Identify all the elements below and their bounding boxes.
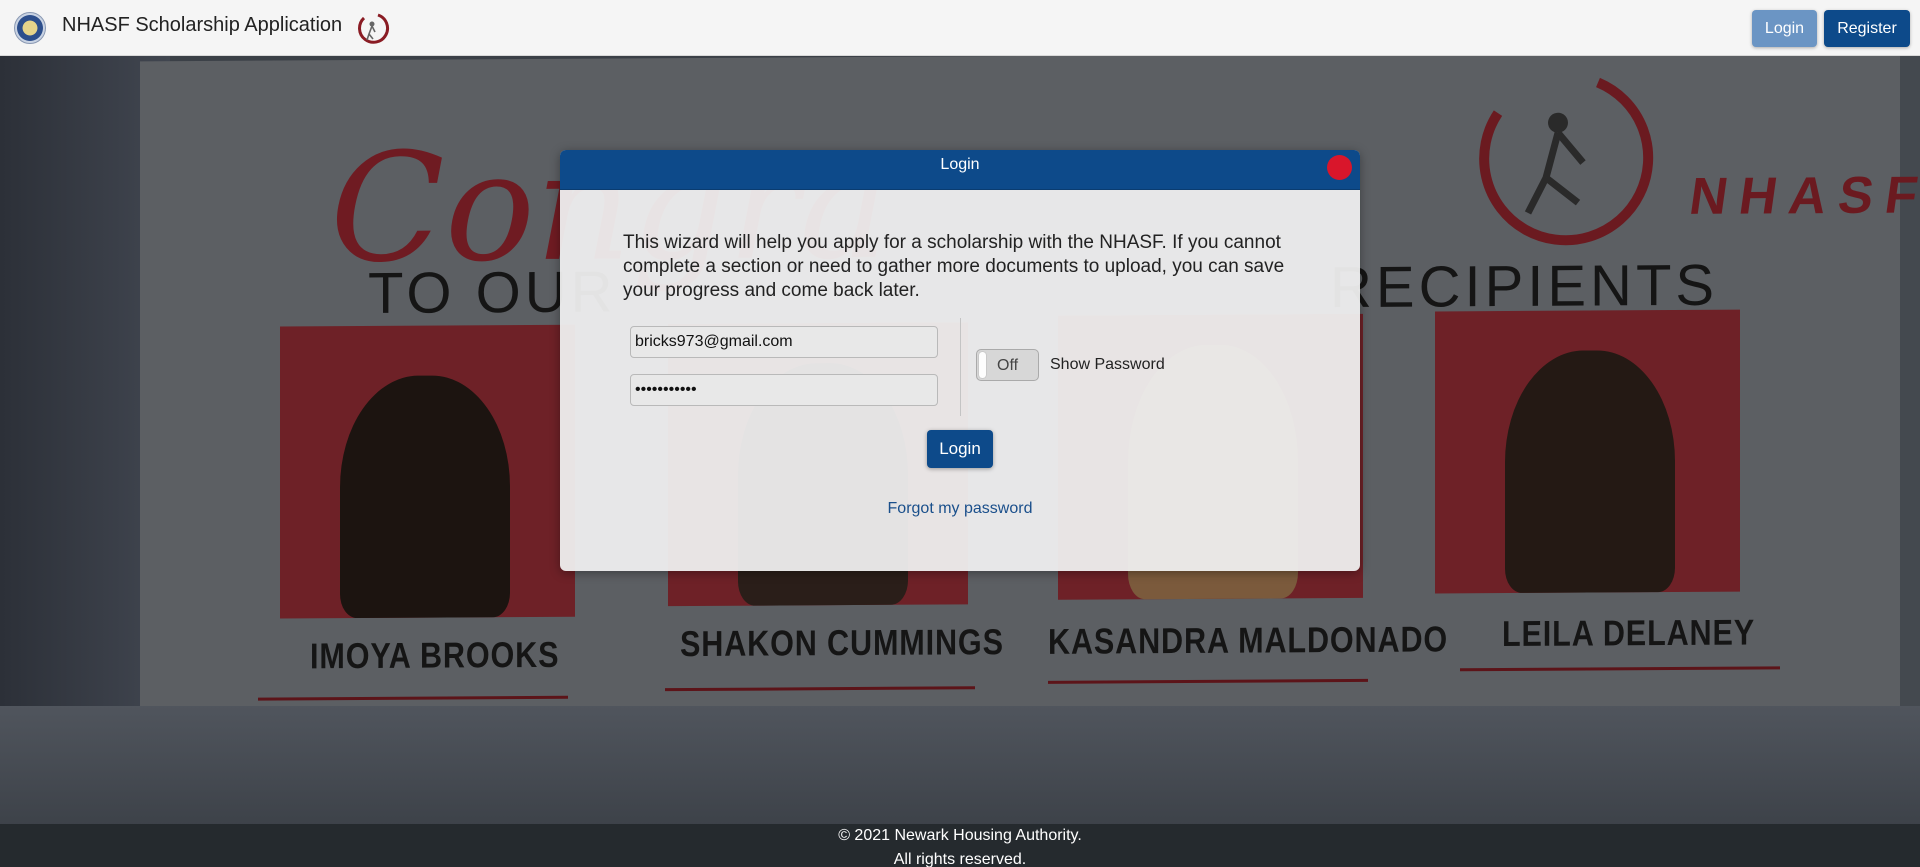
recipient-underline	[258, 695, 568, 701]
register-nav-button[interactable]: Register	[1824, 10, 1910, 47]
recipient-figure	[340, 375, 510, 619]
modal-title: Login	[560, 150, 1360, 190]
login-submit-button[interactable]: Login	[927, 430, 993, 468]
footer-rights: All rights reserved.	[893, 851, 1027, 867]
password-field[interactable]	[630, 374, 938, 406]
recipient-underline	[1048, 678, 1368, 684]
forgot-password-link[interactable]: Forgot my password	[560, 500, 1360, 518]
recipient-name: LEILA DELANEY	[1502, 611, 1756, 655]
recipient-figure	[1505, 349, 1675, 594]
nhasf-logo-icon	[358, 13, 389, 44]
recipient-name: SHAKON CUMMINGS	[680, 621, 1004, 665]
app-title: NHASF Scholarship Application	[62, 14, 343, 36]
banner-logo-icon	[1479, 77, 1654, 246]
close-icon[interactable]	[1327, 155, 1352, 180]
recipient-underline	[1460, 666, 1780, 672]
show-password-label: Show Password	[1050, 356, 1165, 373]
login-nav-button[interactable]: Login	[1752, 10, 1817, 47]
recipient-name: IMOYA BROOKS	[310, 633, 560, 677]
recipient-photo	[280, 324, 575, 619]
recipient-name: KASANDRA MALDONADO	[1048, 618, 1449, 662]
page-footer: © 2021 Newark Housing Authority. All rig…	[0, 824, 1920, 867]
seal-icon	[14, 12, 46, 44]
toggle-knob	[979, 352, 986, 378]
banner-logo-text: NHASF	[1685, 166, 1920, 226]
background-floor	[0, 706, 1920, 824]
toggle-state-label: Off	[997, 357, 1019, 374]
footer-copyright: © 2021 Newark Housing Authority.	[838, 827, 1082, 844]
wizard-intro-text: This wizard will help you apply for a sc…	[623, 232, 1285, 301]
login-modal: Login This wizard will help you apply fo…	[560, 150, 1360, 571]
show-password-toggle[interactable]: Off	[976, 349, 1039, 381]
email-field[interactable]	[630, 326, 938, 358]
recipient-photo	[1435, 309, 1740, 594]
top-navbar: NHASF Scholarship Application Login Regi…	[0, 0, 1920, 56]
field-divider	[960, 318, 961, 416]
recipient-underline	[665, 686, 975, 692]
